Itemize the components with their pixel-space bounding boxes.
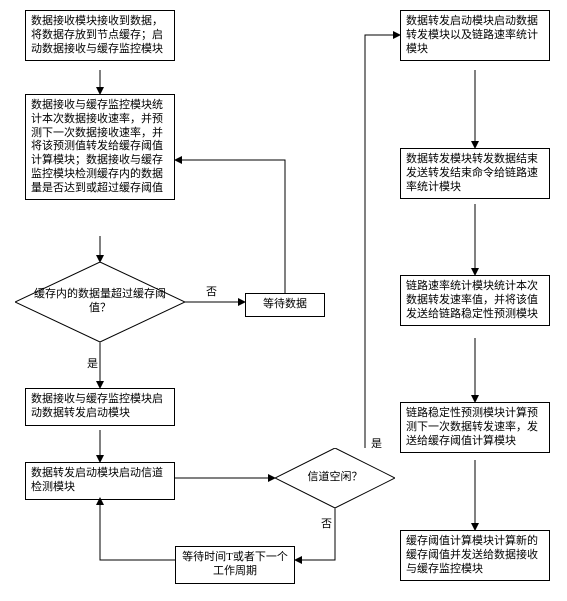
node-start-channel-detect: 数据转发启动模块启动信道检测模块 — [25, 462, 175, 500]
edge-label-yes-2: 是 — [370, 438, 383, 452]
node-text: 数据接收与缓存监控模块统计本次数据接收速率，并预测下一次数据接收速率，并将该预测… — [31, 99, 163, 194]
node-wait-t: 等待时间T或者下一个工作周期 — [175, 546, 295, 584]
node-predict-next: 链路稳定性预测模块计算预测下一次数据转发速率，发送给缓存阈值计算模块 — [400, 402, 550, 453]
node-channel-idle-decision: 信道空闲？ — [275, 448, 395, 508]
node-text: 缓存内的数据量超过缓存阈值？ — [31, 288, 169, 316]
node-calc-threshold: 缓存阈值计算模块计算新的缓存阈值并发送给数据接收与缓存监控模块 — [400, 530, 550, 581]
node-stat-rate: 链路速率统计模块统计本次数据转发速率值，并将该值发送给链路稳定性预测模块 — [400, 275, 550, 326]
edge-label-yes-1: 是 — [86, 358, 99, 372]
node-wait-data: 等待数据 — [245, 293, 325, 317]
node-text: 信道空闲？ — [308, 471, 363, 485]
node-text: 数据转发启动模块启动信道检测模块 — [31, 467, 163, 493]
edge-label-no-1: 否 — [205, 286, 218, 300]
node-text: 数据转发启动模块启动数据转发模块以及链路速率统计模块 — [406, 15, 538, 55]
node-text: 等待数据 — [263, 298, 307, 310]
node-recv-store: 数据接收模块接收到数据，将数据存放到节点缓存；启动数据接收与缓存监控模块 — [25, 10, 175, 61]
node-threshold-decision: 缓存内的数据量超过缓存阈值？ — [15, 262, 185, 342]
node-text: 数据接收模块接收到数据，将数据存放到节点缓存；启动数据接收与缓存监控模块 — [31, 15, 163, 55]
node-start-modules: 数据转发启动模块启动数据转发模块以及链路速率统计模块 — [400, 10, 550, 61]
node-start-forward: 数据接收与缓存监控模块启动数据转发启动模块 — [25, 388, 175, 426]
node-text: 等待时间T或者下一个工作周期 — [182, 551, 288, 577]
node-monitor: 数据接收与缓存监控模块统计本次数据接收速率，并预测下一次数据接收速率，并将该预测… — [25, 94, 175, 200]
node-forward-end: 数据转发模块转发数据结束发送转发结束命令给链路速率统计模块 — [400, 148, 550, 199]
node-text: 缓存阈值计算模块计算新的缓存阈值并发送给数据接收与缓存监控模块 — [406, 535, 538, 575]
node-text: 数据接收与缓存监控模块启动数据转发启动模块 — [31, 393, 163, 419]
node-text: 链路速率统计模块统计本次数据转发速率值，并将该值发送给链路稳定性预测模块 — [406, 280, 538, 320]
node-text: 链路稳定性预测模块计算预测下一次数据转发速率，发送给缓存阈值计算模块 — [406, 407, 538, 447]
edge-label-no-2: 否 — [320, 518, 333, 532]
node-text: 数据转发模块转发数据结束发送转发结束命令给链路速率统计模块 — [406, 153, 538, 193]
